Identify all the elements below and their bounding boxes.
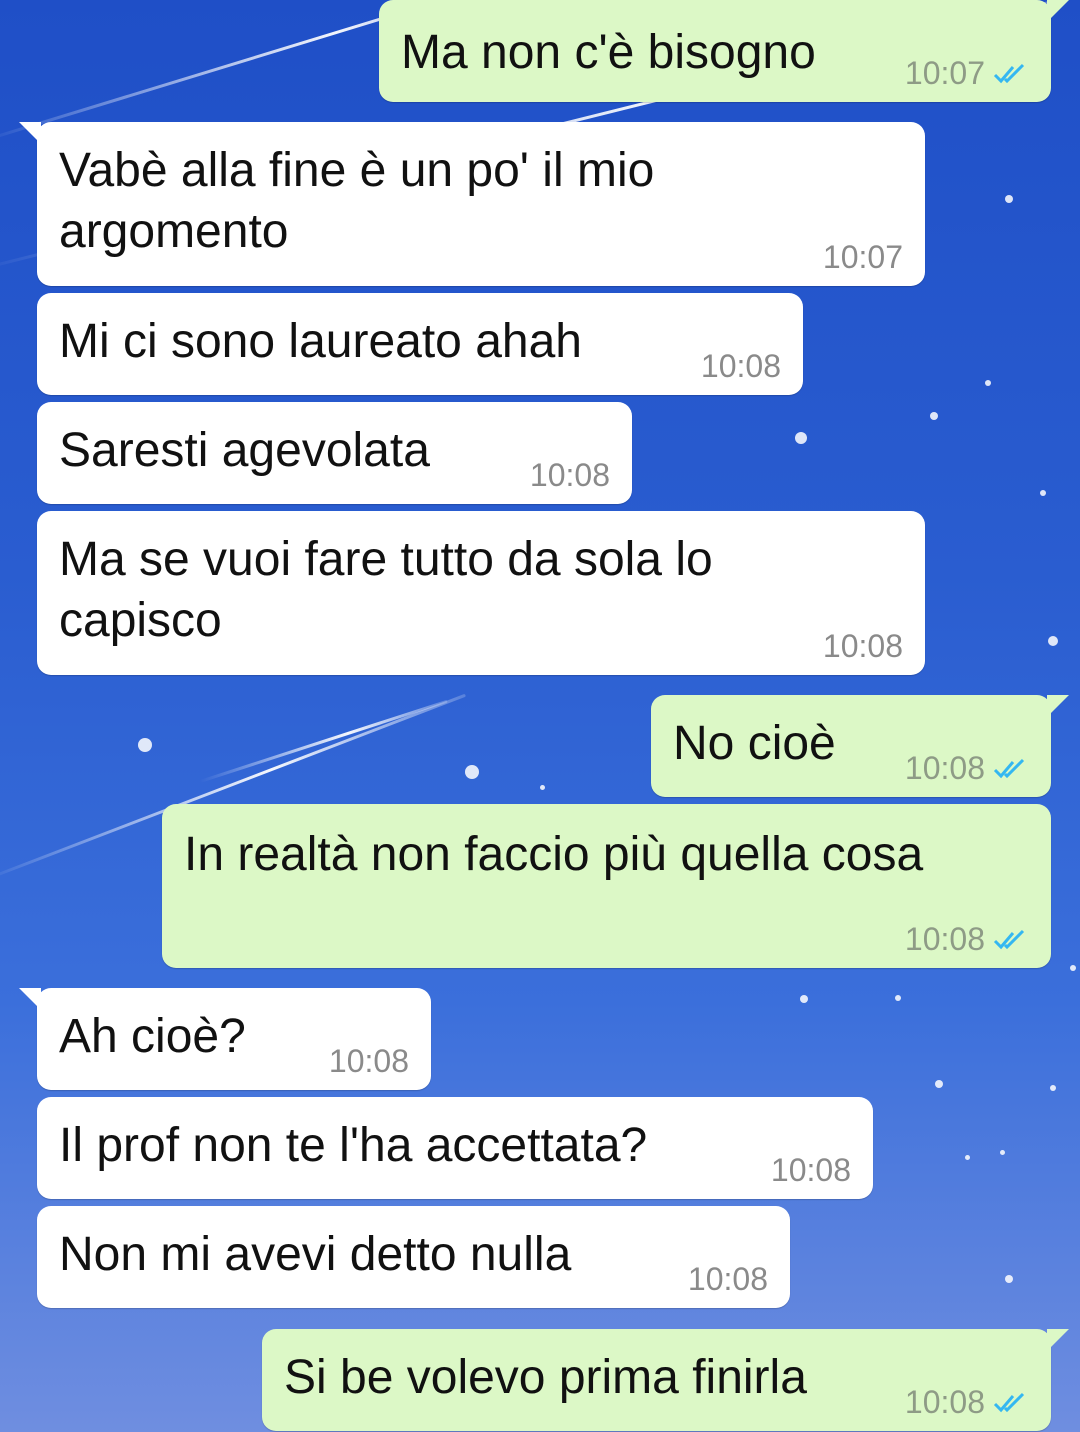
message-bubble-outgoing[interactable]: No cioè 10:08 bbox=[651, 695, 1069, 797]
message-text: Ma non c'è bisogno bbox=[401, 26, 816, 79]
message-text: Si be volevo prima finirla bbox=[284, 1351, 807, 1404]
message-bubble-outgoing[interactable]: In realtà non faccio più quella cosa 10:… bbox=[162, 804, 1051, 968]
wallpaper-star bbox=[540, 785, 545, 790]
message-text: Non mi avevi detto nulla bbox=[59, 1228, 572, 1281]
message-text: Saresti agevolata bbox=[59, 424, 430, 477]
message-text: Ma se vuoi fare tutto da sola lo capisco bbox=[59, 533, 713, 647]
message-bubble-incoming[interactable]: Ma se vuoi fare tutto da sola lo capisco… bbox=[37, 511, 925, 675]
wallpaper-star bbox=[800, 995, 808, 1003]
message-time: 10:08 bbox=[770, 1152, 851, 1188]
wallpaper-star bbox=[985, 380, 991, 386]
wallpaper-star bbox=[1005, 195, 1013, 203]
message-bubble-incoming[interactable]: Ah cioè? 10:08 bbox=[19, 988, 431, 1090]
wallpaper-star bbox=[1000, 1150, 1005, 1155]
read-double-tick-icon bbox=[993, 758, 1025, 778]
message-bubble-outgoing[interactable]: Ma non c'è bisogno 10:07 bbox=[379, 0, 1069, 102]
message-bubble-incoming[interactable]: Il prof non te l'ha accettata? 10:08 bbox=[37, 1097, 873, 1199]
wallpaper-star bbox=[795, 432, 807, 444]
wallpaper-star bbox=[1048, 636, 1058, 646]
wallpaper-star bbox=[138, 738, 152, 752]
message-bubble-incoming[interactable]: Mi ci sono laureato ahah 10:08 bbox=[37, 293, 803, 395]
wallpaper-star bbox=[1040, 490, 1046, 496]
read-double-tick-icon bbox=[993, 63, 1025, 83]
wallpaper-star bbox=[1050, 1085, 1056, 1091]
wallpaper-star bbox=[935, 1080, 943, 1088]
message-text: No cioè bbox=[673, 717, 836, 770]
message-time: 10:08 bbox=[904, 1384, 985, 1420]
message-bubble-incoming[interactable]: Saresti agevolata 10:08 bbox=[37, 402, 632, 504]
message-text: Ah cioè? bbox=[59, 1010, 246, 1063]
message-bubble-incoming[interactable]: Vabè alla fine è un po' il mio argomento… bbox=[19, 122, 925, 286]
wallpaper-star bbox=[465, 765, 479, 779]
message-time: 10:08 bbox=[687, 1261, 768, 1297]
message-time: 10:08 bbox=[529, 457, 610, 493]
message-time: 10:08 bbox=[700, 348, 781, 384]
wallpaper-star bbox=[930, 412, 938, 420]
message-time: 10:07 bbox=[822, 239, 903, 275]
message-time: 10:08 bbox=[328, 1043, 409, 1079]
message-time: 10:08 bbox=[822, 628, 903, 664]
message-time: 10:08 bbox=[904, 750, 985, 786]
message-time: 10:08 bbox=[904, 921, 985, 957]
message-text: Vabè alla fine è un po' il mio argomento bbox=[59, 144, 655, 258]
message-text: Mi ci sono laureato ahah bbox=[59, 315, 582, 368]
wallpaper-star bbox=[1070, 965, 1076, 971]
read-double-tick-icon bbox=[993, 929, 1025, 949]
wallpaper-star bbox=[965, 1155, 970, 1160]
message-text: Il prof non te l'ha accettata? bbox=[59, 1119, 648, 1172]
message-bubble-incoming[interactable]: Non mi avevi detto nulla 10:08 bbox=[37, 1206, 790, 1308]
message-bubble-outgoing[interactable]: Si be volevo prima finirla 10:08 bbox=[262, 1329, 1069, 1431]
message-time: 10:07 bbox=[904, 55, 985, 91]
wallpaper-shooting-star bbox=[199, 699, 448, 783]
wallpaper-star bbox=[895, 995, 901, 1001]
wallpaper-star bbox=[1005, 1275, 1013, 1283]
message-text: In realtà non faccio più quella cosa bbox=[184, 828, 924, 881]
read-double-tick-icon bbox=[993, 1392, 1025, 1412]
